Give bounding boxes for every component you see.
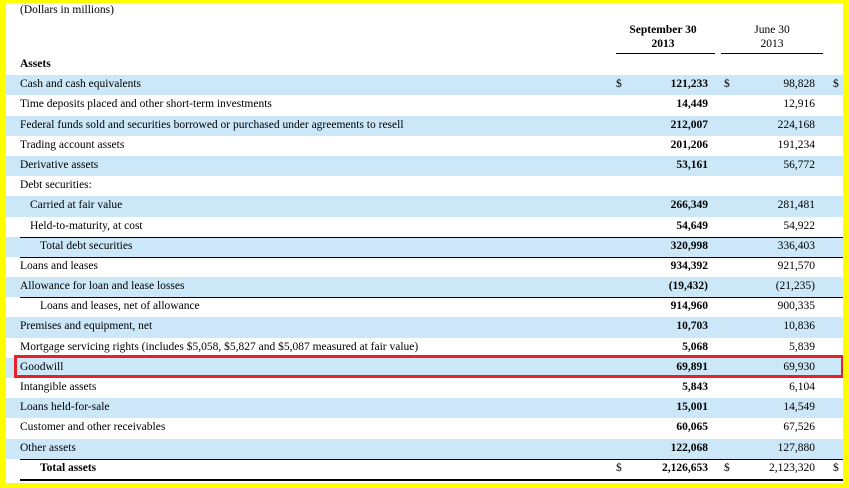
dollar-sign: $	[616, 78, 622, 91]
current-value: 266,349	[670, 199, 708, 212]
table-row: Carried at fair value 266,349 281,481	[6, 196, 843, 217]
column-header-current: September 30 2013	[612, 23, 714, 51]
table-row: Premises and equipment, net 10,703 10,83…	[6, 317, 843, 338]
table-row: Debt securities:	[6, 176, 843, 196]
current-value: 14,449	[676, 98, 708, 111]
current-value: (19,432)	[668, 280, 708, 293]
table-row: Time deposits placed and other short-ter…	[6, 95, 843, 115]
current-value: 201,206	[670, 138, 708, 151]
row-label: Loans held-for-sale	[20, 401, 110, 414]
row-label: Loans and leases	[20, 259, 98, 272]
goodwill-highlight-box	[14, 355, 843, 378]
dollar-sign: $	[724, 461, 730, 474]
row-label: Carried at fair value	[30, 199, 123, 212]
section-title: Assets	[20, 58, 51, 70]
table-row: Loans and leases 934,392 921,570	[6, 256, 843, 277]
dollar-sign: $	[833, 461, 839, 474]
prior-value: 6,104	[789, 381, 815, 393]
current-value: 212,007	[670, 118, 708, 131]
prior-value: 10,836	[783, 320, 815, 333]
table-row: Trading account assets 201,206 191,234	[6, 136, 843, 156]
current-value: 53,161	[676, 158, 708, 171]
current-value: 934,392	[670, 259, 708, 272]
current-value: 60,065	[676, 421, 708, 434]
row-label: Intangible assets	[20, 381, 97, 393]
table-row: Derivative assets 53,161 56,772	[6, 155, 843, 177]
table-row: Loans held-for-sale 15,001 14,549	[6, 398, 843, 419]
prior-value: 191,234	[777, 138, 815, 151]
prior-value: 5,839	[789, 340, 815, 353]
current-value: 15,001	[676, 401, 708, 414]
row-label: Held-to-maturity, at cost	[30, 219, 143, 232]
prior-value: 281,481	[777, 199, 815, 212]
prior-value: 98,828	[783, 78, 815, 91]
current-value: 5,068	[682, 340, 708, 353]
table-row: Federal funds sold and securities borrow…	[6, 115, 843, 136]
row-label: Customer and other receivables	[20, 421, 166, 434]
prior-value: 54,922	[783, 219, 815, 232]
row-label: Total assets	[40, 461, 97, 474]
prior-value: (21,235)	[775, 280, 815, 293]
table-row: Total debt securities 320,998 336,403	[6, 236, 843, 257]
prior-value: 921,570	[777, 259, 815, 272]
asset-rows: Assets Cash and cash equivalents $ 121,2…	[6, 55, 843, 479]
table-row: Allowance for loan and lease losses (19,…	[6, 277, 843, 298]
column-header-prior-line2: 2013	[760, 38, 784, 50]
row-label: Cash and cash equivalents	[20, 78, 142, 91]
prior-value: 2,123,320	[769, 461, 815, 474]
prior-value: 224,168	[777, 118, 815, 131]
dollar-sign: $	[616, 461, 622, 474]
table-row: Loans and leases, net of allowance 914,9…	[6, 297, 843, 317]
table-row: Intangible assets 5,843 6,104	[6, 378, 843, 398]
balance-sheet: (Dollars in millions) September 30 2013 …	[6, 3, 843, 483]
current-value: 320,998	[670, 239, 708, 252]
current-value: 2,126,653	[662, 461, 708, 474]
current-value: 122,068	[670, 441, 708, 454]
prior-value: 336,403	[777, 239, 815, 252]
prior-value: 12,916	[783, 98, 815, 111]
table-row: Held-to-maturity, at cost 54,649 54,922	[6, 217, 843, 237]
row-label: Trading account assets	[20, 138, 125, 151]
column-header-rule-current	[616, 53, 715, 54]
row-label: Allowance for loan and lease losses	[20, 280, 185, 293]
row-label: Loans and leases, net of allowance	[40, 300, 200, 313]
prior-value: 14,549	[783, 401, 815, 414]
prior-value: 127,880	[777, 441, 815, 454]
row-label: Mortgage servicing rights (includes $5,0…	[20, 340, 419, 353]
table-row: Customer and other receivables 60,065 67…	[6, 418, 843, 438]
column-header-current-line1: September 30	[629, 24, 697, 36]
section-heading-row: Assets	[6, 55, 843, 75]
column-header-prior: June 30 2013	[722, 23, 822, 51]
row-label: Federal funds sold and securities borrow…	[20, 118, 404, 131]
row-label: Debt securities:	[20, 179, 92, 192]
table-row: Other assets 122,068 127,880	[6, 438, 843, 459]
current-value: 10,703	[676, 320, 708, 333]
row-label: Total debt securities	[40, 239, 133, 252]
column-header-prior-line1: June 30	[754, 24, 790, 36]
table-row: Cash and cash equivalents $ 121,233 $ 98…	[6, 75, 843, 96]
current-value: 121,233	[670, 78, 708, 91]
prior-value: 900,335	[777, 300, 815, 313]
dollar-sign: $	[833, 78, 839, 91]
row-label: Other assets	[20, 441, 76, 454]
row-label: Derivative assets	[20, 158, 99, 171]
column-header-current-line2: 2013	[651, 38, 675, 50]
units-caption: (Dollars in millions)	[20, 4, 114, 16]
prior-value: 67,526	[783, 421, 815, 434]
total-assets-row: Total assets $ 2,126,653 $ 2,123,320 $	[6, 458, 843, 479]
current-value: 914,960	[670, 300, 708, 313]
row-label: Premises and equipment, net	[20, 320, 153, 333]
dollar-sign: $	[724, 78, 730, 91]
prior-value: 56,772	[783, 158, 815, 171]
total-double-rule	[20, 479, 843, 481]
current-value: 54,649	[676, 219, 708, 232]
column-header-rule-prior	[721, 53, 823, 54]
current-value: 5,843	[682, 381, 708, 393]
row-label: Time deposits placed and other short-ter…	[20, 98, 272, 111]
